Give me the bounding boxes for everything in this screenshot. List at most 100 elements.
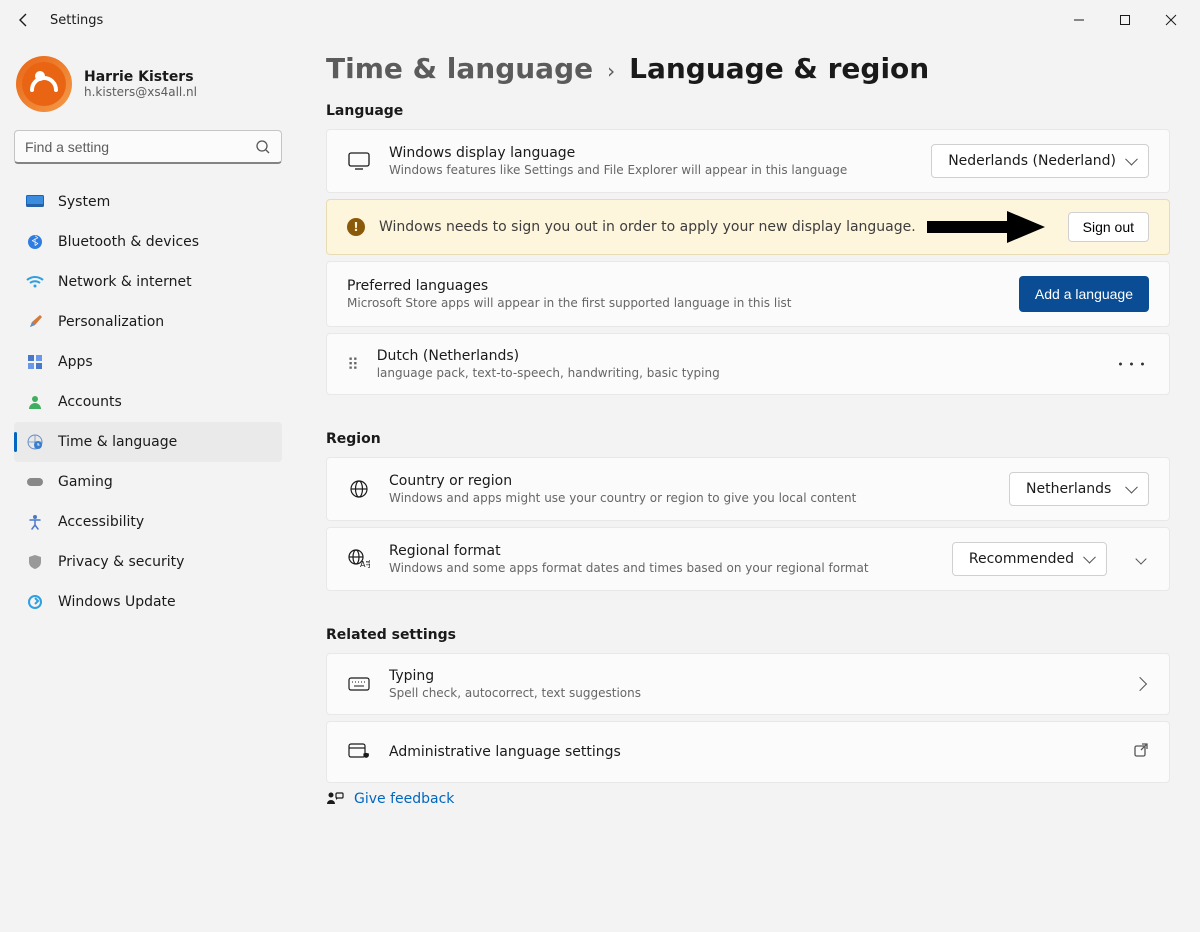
accessibility-icon xyxy=(26,513,44,531)
row-title: Preferred languages xyxy=(347,278,792,294)
close-icon xyxy=(1165,14,1177,26)
person-icon xyxy=(26,393,44,411)
main-content: Time & language › Language & region Lang… xyxy=(296,40,1200,837)
sidebar-item-system[interactable]: System xyxy=(14,182,282,222)
maximize-button[interactable] xyxy=(1102,4,1148,36)
row-title: Regional format xyxy=(389,543,869,559)
paintbrush-icon xyxy=(26,313,44,331)
more-options-button[interactable]: ･･･ xyxy=(1116,351,1149,377)
dropdown-value: Netherlands xyxy=(1026,481,1111,497)
sidebar-item-personalization[interactable]: Personalization xyxy=(14,302,282,342)
sidebar-item-privacy[interactable]: Privacy & security xyxy=(14,542,282,582)
country-dropdown[interactable]: Netherlands xyxy=(1009,472,1149,506)
chevron-right-icon xyxy=(1133,677,1147,691)
nav-label: Personalization xyxy=(58,314,164,330)
signout-alert: ! Windows needs to sign you out in order… xyxy=(326,199,1170,255)
shield-icon xyxy=(26,553,44,571)
row-subtitle: Windows features like Settings and File … xyxy=(389,163,847,177)
sidebar-item-gaming[interactable]: Gaming xyxy=(14,462,282,502)
expand-chevron-icon[interactable] xyxy=(1135,553,1146,564)
row-subtitle: Windows and some apps format dates and t… xyxy=(389,561,869,575)
nav-list: System Bluetooth & devices Network & int… xyxy=(14,182,282,622)
breadcrumb-parent[interactable]: Time & language xyxy=(326,52,593,85)
gamepad-icon xyxy=(26,473,44,491)
arrow-left-icon xyxy=(16,12,32,28)
section-heading-language: Language xyxy=(326,103,1170,119)
nav-label: Bluetooth & devices xyxy=(58,234,199,250)
nav-label: Time & language xyxy=(58,434,177,450)
titlebar: Settings xyxy=(0,0,1200,40)
feedback-icon xyxy=(326,791,344,807)
typing-card[interactable]: Typing Spell check, autocorrect, text su… xyxy=(326,653,1170,715)
row-title: Administrative language settings xyxy=(389,744,621,760)
country-region-card: Country or region Windows and apps might… xyxy=(326,457,1170,521)
sidebar-item-apps[interactable]: Apps xyxy=(14,342,282,382)
row-title: Dutch (Netherlands) xyxy=(377,348,720,364)
nav-label: Network & internet xyxy=(58,274,192,290)
back-button[interactable] xyxy=(6,2,42,38)
row-subtitle: Spell check, autocorrect, text suggestio… xyxy=(389,686,641,700)
row-title: Typing xyxy=(389,668,641,684)
globe-icon xyxy=(347,477,371,501)
nav-label: Apps xyxy=(58,354,93,370)
breadcrumb: Time & language › Language & region xyxy=(326,52,1170,85)
maximize-icon xyxy=(1119,14,1131,26)
row-title: Windows display language xyxy=(389,145,847,161)
alert-text: Windows needs to sign you out in order t… xyxy=(379,219,1054,235)
apps-icon xyxy=(26,353,44,371)
sidebar-item-bluetooth[interactable]: Bluetooth & devices xyxy=(14,222,282,262)
page-title: Language & region xyxy=(629,52,929,85)
sidebar-item-accounts[interactable]: Accounts xyxy=(14,382,282,422)
row-title: Country or region xyxy=(389,473,856,489)
user-email: h.kisters@xs4all.nl xyxy=(84,85,197,99)
preferred-languages-card: Preferred languages Microsoft Store apps… xyxy=(326,261,1170,327)
admin-language-card[interactable]: Administrative language settings xyxy=(326,721,1170,783)
nav-label: System xyxy=(58,194,110,210)
user-name: Harrie Kisters xyxy=(84,69,197,85)
feedback-label: Give feedback xyxy=(354,791,454,807)
svg-text:A字: A字 xyxy=(360,559,370,569)
sidebar: Harrie Kisters h.kisters@xs4all.nl Syste… xyxy=(0,40,296,837)
sidebar-item-time-language[interactable]: Time & language xyxy=(14,422,282,462)
sign-out-button[interactable]: Sign out xyxy=(1068,212,1149,242)
monitor-icon xyxy=(347,149,371,173)
minimize-icon xyxy=(1073,14,1085,26)
regional-format-dropdown[interactable]: Recommended xyxy=(952,542,1107,576)
drag-handle-icon[interactable]: ⠿ xyxy=(347,355,359,374)
language-item-card[interactable]: ⠿ Dutch (Netherlands) language pack, tex… xyxy=(326,333,1170,395)
wifi-icon xyxy=(26,273,44,291)
search-input[interactable] xyxy=(25,139,255,155)
give-feedback-link[interactable]: Give feedback xyxy=(326,791,1170,807)
dropdown-value: Recommended xyxy=(969,551,1074,567)
window-controls xyxy=(1056,4,1194,36)
sidebar-item-network[interactable]: Network & internet xyxy=(14,262,282,302)
nav-label: Accessibility xyxy=(58,514,144,530)
warning-icon: ! xyxy=(347,218,365,236)
row-subtitle: Microsoft Store apps will appear in the … xyxy=(347,296,792,310)
nav-label: Windows Update xyxy=(58,594,176,610)
nav-label: Privacy & security xyxy=(58,554,184,570)
keyboard-icon xyxy=(347,672,371,696)
system-icon xyxy=(26,193,44,211)
section-heading-region: Region xyxy=(326,431,1170,447)
external-link-icon xyxy=(1133,742,1149,762)
search-icon xyxy=(255,139,271,155)
close-button[interactable] xyxy=(1148,4,1194,36)
display-language-dropdown[interactable]: Nederlands (Nederland) xyxy=(931,144,1149,178)
nav-label: Accounts xyxy=(58,394,122,410)
user-profile[interactable]: Harrie Kisters h.kisters@xs4all.nl xyxy=(14,50,282,130)
window-shield-icon xyxy=(347,740,371,764)
add-language-button[interactable]: Add a language xyxy=(1019,276,1149,312)
globe-text-icon: A字 xyxy=(347,547,371,571)
sidebar-item-windows-update[interactable]: Windows Update xyxy=(14,582,282,622)
avatar xyxy=(16,56,72,112)
search-box[interactable] xyxy=(14,130,282,164)
dropdown-value: Nederlands (Nederland) xyxy=(948,153,1116,169)
nav-label: Gaming xyxy=(58,474,113,490)
section-heading-related: Related settings xyxy=(326,627,1170,643)
bluetooth-icon xyxy=(26,233,44,251)
sidebar-item-accessibility[interactable]: Accessibility xyxy=(14,502,282,542)
minimize-button[interactable] xyxy=(1056,4,1102,36)
window-title: Settings xyxy=(50,13,103,28)
globe-clock-icon xyxy=(26,433,44,451)
